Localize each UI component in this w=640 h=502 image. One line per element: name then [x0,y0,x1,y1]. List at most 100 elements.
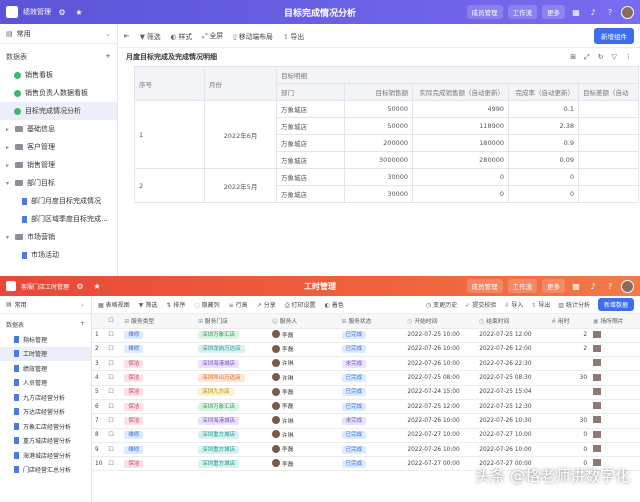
star-icon[interactable]: ★ [91,280,103,292]
add-record-button[interactable]: 新增数据 [597,298,634,311]
person-cell[interactable]: 李磊 [268,456,339,472]
sidebar-item-target-analysis[interactable]: 目标完成情况分析 [0,102,117,120]
col-header-start[interactable]: ◷ 开始时间 [404,314,477,329]
bell-icon[interactable]: ♪ [587,280,599,292]
person-cell[interactable]: 李磊 [268,342,339,358]
duration-cell[interactable] [548,356,591,372]
table-row[interactable]: 2 ☐ 维修 深圳龙岗万达店 李磊 已完成 2022-07-26 10:00 2022-07-… [92,342,640,358]
row-checkbox[interactable]: ☐ [105,456,122,472]
gear-icon[interactable]: ⚙ [74,280,86,292]
more-icon[interactable]: ⋮ [625,53,632,62]
row-checkbox[interactable]: ☐ [105,385,122,400]
avatar[interactable] [621,279,634,293]
sidebar-item-customers[interactable]: ▸ 客户管理 [0,138,117,156]
start-time-cell[interactable]: 2022-07-25 08:00 [404,370,477,386]
service-type-cell[interactable]: 保洁 [121,456,196,472]
sidebar-item-worktime[interactable]: 工时管理 [0,346,91,361]
photo-thumbnail[interactable] [593,387,602,395]
duration-cell[interactable]: 2 [548,342,591,358]
more-button[interactable]: 更多 [542,279,565,293]
status-cell[interactable]: 未完成 [338,413,405,429]
export-button[interactable]: ⇪ 导出 [283,31,304,41]
store-cell[interactable]: 深圳万象汇店 [195,399,269,415]
col-header-photo[interactable]: ▣ 场所照片 [590,314,640,329]
status-cell[interactable]: 已完成 [338,370,405,386]
filter-icon[interactable]: ▽ [612,53,617,62]
row-checkbox[interactable]: ☐ [105,399,122,415]
store-cell[interactable]: 深圳海港城店 [195,413,269,429]
photo-cell[interactable] [590,399,640,415]
sidebar-item-sales-board[interactable]: 销售看板 [0,66,117,84]
sidebar-item-staff[interactable]: 人员管理 [0,376,91,391]
photo-thumbnail[interactable] [593,344,602,352]
col-header-status[interactable]: ⊞ 服务状态 [338,314,405,329]
table-row[interactable]: 9 ☐ 维修 深圳重方城店 李磊 已完成 2022-07-26 10:00 2022-07-2… [92,442,640,458]
table-row[interactable]: 7 ☐ 保洁 深圳海港城店 许琳 未完成 2022-07-26 10:00 2022-07-2… [92,413,640,429]
photo-cell[interactable] [590,385,640,400]
store-cell[interactable]: 深圳重方城店 [195,442,269,458]
service-type-cell[interactable]: 维修 [121,442,196,458]
col-header-store[interactable]: ⊞ 服务门店 [195,314,269,329]
sidebar-item-dept-target[interactable]: ▾ 部门目标 [0,174,117,192]
person-cell[interactable]: 许琳 [268,413,339,429]
sidebar-item-summary-analysis[interactable]: 门店经营汇总分析 [0,463,91,478]
store-cell[interactable]: 深圳坪山万达店 [195,370,269,386]
add-icon[interactable]: + [80,320,85,329]
duration-cell[interactable]: 2 [548,328,591,343]
color-button[interactable]: ◐ 着色 [325,300,344,309]
start-time-cell[interactable]: 2022-07-26 10:00 [404,342,477,358]
person-cell[interactable]: 许琳 [268,428,339,443]
grid-icon[interactable]: ⊞ [570,53,576,62]
status-cell[interactable]: 已完成 [338,385,405,400]
sidebar-item-chongfang-analysis[interactable]: 重方城店经营分析 [0,434,91,449]
bell-icon[interactable]: ♪ [587,6,599,18]
photo-cell[interactable] [590,356,640,372]
filter-button[interactable]: ▼ 筛选 [139,300,158,309]
photo-cell[interactable] [590,442,640,458]
grid-icon[interactable]: ▦ [570,280,582,292]
end-time-cell[interactable]: 2022-07-25 15:04 [476,385,549,400]
app-title[interactable]: 绩效管理 [23,7,51,17]
store-cell[interactable]: 深圳重方城店 [195,428,269,443]
more-button[interactable]: 更多 [542,5,565,19]
add-widget-button[interactable]: 新增组件 [594,27,634,44]
service-type-cell[interactable]: 维修 [121,428,196,443]
stats-button[interactable]: ▥ 统计分析 [558,300,590,309]
table-row[interactable]: 8 ☐ 维修 深圳重方城店 许琳 已完成 2022-07-27 10:00 2022-07-2… [92,428,640,443]
row-height-button[interactable]: ≡ 行高 [229,300,248,309]
duration-cell[interactable]: 30 [548,370,591,386]
photo-thumbnail[interactable] [593,430,602,438]
duration-cell[interactable]: 30 [548,413,591,429]
help-icon[interactable]: ? [604,280,616,292]
start-time-cell[interactable]: 2022-07-24 15:00 [404,385,477,400]
workflow-button[interactable]: 工作流 [507,5,537,19]
photo-cell[interactable] [590,328,640,343]
photo-cell[interactable] [590,370,640,386]
avatar[interactable] [621,5,634,19]
person-cell[interactable]: 李磊 [268,385,339,400]
service-type-cell[interactable]: 维修 [121,342,196,358]
grid-icon[interactable]: ▦ [570,6,582,18]
photo-thumbnail[interactable] [593,416,602,424]
store-cell[interactable]: 深圳海港城店 [195,356,269,372]
status-cell[interactable]: 已完成 [338,442,405,458]
collapse-sidebar-icon[interactable]: ⇤ [124,32,130,40]
duration-cell[interactable]: 0 [548,428,591,443]
photo-thumbnail[interactable] [593,330,602,338]
row-checkbox[interactable]: ☐ [105,342,122,358]
service-type-cell[interactable]: 保洁 [121,385,196,400]
sidebar-item-haigang-analysis[interactable]: 海港城店经营分析 [0,448,91,463]
sidebar-item-wanda-analysis[interactable]: 万达店经营分析 [0,405,91,420]
hide-columns-button[interactable]: ◌ 隐藏列 [194,300,219,309]
history-button[interactable]: ◷ 变更历史 [426,300,457,309]
gear-icon[interactable]: ⚙ [56,6,68,18]
submit-check-button[interactable]: ✓ 提交校验 [465,300,496,309]
store-cell[interactable]: 深圳九方店 [195,385,269,400]
end-time-cell[interactable]: 2022-07-27 10:00 [476,428,549,443]
store-cell[interactable]: 深圳万象汇店 [195,328,269,343]
service-type-cell[interactable]: 保洁 [121,356,196,372]
table-row[interactable]: 6 ☐ 保洁 深圳万象汇店 李磊 已完成 2022-07-25 12:00 2022-07-2… [92,399,640,415]
sidebar-item-dept-quarterly[interactable]: 部门区域季度目标完成... [0,210,117,228]
status-cell[interactable]: 已完成 [338,342,405,358]
photo-thumbnail[interactable] [593,373,602,381]
